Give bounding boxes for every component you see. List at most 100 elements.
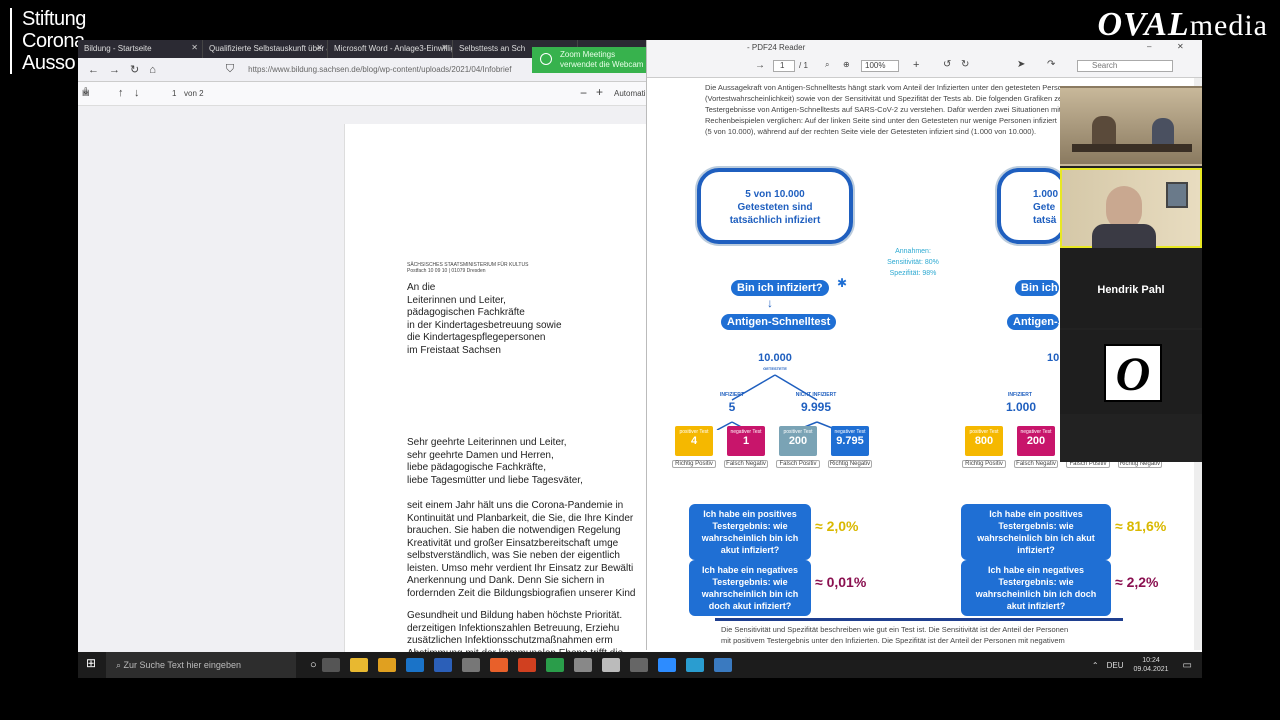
notifications-icon[interactable]: ▭ [1183,660,1192,671]
reader-page-input[interactable]: 1 [773,60,795,72]
taskbar-language[interactable]: DEU [1107,661,1124,670]
app-icon[interactable] [461,658,480,672]
participant-video-speaker[interactable] [1060,168,1202,250]
home-icon[interactable]: ⌂ [149,64,156,76]
app-icon[interactable] [713,658,732,672]
shield-icon[interactable]: ⛉ [226,63,234,76]
not-infected-count-left: 9.995 [800,400,832,414]
total-tested-right: 10 [1047,352,1059,364]
next-page-icon[interactable]: → [755,60,765,71]
zoom-in-icon[interactable]: + [596,85,603,99]
forward-icon[interactable]: → [109,64,120,76]
participant-name-tile[interactable]: Hendrik Pahl [1060,248,1202,328]
left-outcome-box: negativer Test 9.795 [831,426,869,456]
zoom-participants-panel: Hendrik Pahl O [1060,86,1202,462]
rotate-left-icon[interactable]: ↺ [943,59,951,70]
probability-negative-right: ≈ 2,2% [1115,574,1159,590]
browser-tab[interactable]: Microsoft Word - Anlage3-Einwillig ✕ [328,40,453,58]
word-icon[interactable] [433,658,452,672]
taskbar-clock[interactable]: 10:24 09.04.2021 [1134,656,1169,674]
search-app-icon[interactable] [517,658,536,672]
page-total: von 2 [184,89,204,98]
stiftung-corona-logo: Stiftung Corona Ausso [10,8,86,74]
participant-video-room[interactable] [1060,86,1202,166]
not-infected-label-left: NICHT INFIZIERT [795,392,837,398]
close-icon[interactable]: ✕ [1177,42,1184,51]
reader-search-input[interactable]: Search [1077,60,1173,72]
left-outcome-label: Falsch Positiv [776,460,820,468]
virus-icon: ✱ [837,276,848,290]
probability-positive-left: ≈ 2,0% [815,518,859,534]
add-icon[interactable]: + [913,59,919,71]
left-outcome-box: positiver Test 200 [779,426,817,456]
zoom-select[interactable]: Automati [614,89,646,98]
greeting: Sehr geehrte Leiterinnen und Leiter, sehr… [407,437,583,486]
windows-taskbar: ⊞ ⌕ Zur Suche Text hier eingeben ○ ⌃ DEU… [78,652,1202,678]
left-outcome-label: Richtig Positiv [672,460,716,468]
browser-tab[interactable]: Qualifizierte Selbstauskunft über a ✕ [203,40,328,58]
url-bar[interactable]: https://www.bildung.sachsen.de/blog/wp-c… [248,65,568,74]
logo-line-1: Stiftung [22,8,86,30]
pdf24-icon[interactable] [629,658,648,672]
store-icon[interactable] [377,658,396,672]
close-icon[interactable]: ✕ [441,43,448,52]
oval-o-logo: O [1104,344,1162,402]
scenario-left-oval: 5 von 10.000 Getesteten sind tatsächlich i… [697,168,853,244]
participant-oval-logo-tile[interactable]: O [1060,330,1202,414]
letter-page: SÄCHSISCHES STAATSMINISTERIUM FÜR KULTUS… [344,124,648,678]
probability-positive-right: ≈ 81,6% [1115,518,1167,534]
app-icon[interactable] [573,658,592,672]
question-negative-left: Ich habe ein negatives Testergebnis: wie… [689,560,811,616]
cortana-icon[interactable]: ○ [310,659,317,671]
shared-screen: Bildung - Startseite ✕ Qualifizierte Selb… [78,40,1202,678]
zoom-out-icon[interactable]: − [580,86,587,100]
close-icon[interactable]: ✕ [191,43,198,52]
reload-icon[interactable]: ↻ [130,63,139,76]
infected-label-left: INFIZIERT [720,392,744,398]
tray-chevron-icon[interactable]: ⌃ [1092,661,1099,670]
reader-toolbar: - PDF24 Reader ‒ ✕ → 1 / 1 ⌕ ⊕ 100% + ↺ … [647,40,1202,78]
page-number[interactable]: 1 [172,89,176,98]
rotate-right-icon[interactable]: ↻ [961,59,969,70]
reader-page-total: / 1 [799,61,808,70]
arrow-down-icon: ↓ [767,296,773,310]
task-view-icon[interactable] [321,658,340,672]
share-icon[interactable]: ↷ [1047,59,1055,70]
cursor-icon[interactable]: ➤ [1017,59,1025,70]
question-negative-right: Ich habe ein negatives Testergebnis: wie… [961,560,1111,616]
download-icon[interactable]: ⇩ [82,86,90,97]
logo-line-2: Corona [22,30,85,52]
test-pill-right: Antigen-S [1007,314,1059,330]
close-icon[interactable]: ✕ [316,43,323,52]
prev-page-icon[interactable]: ↑ [118,87,124,99]
taskbar-search[interactable]: ⌕ Zur Suche Text hier eingeben [106,652,296,678]
next-page-icon[interactable]: ↓ [134,87,140,99]
app-icon[interactable] [601,658,620,672]
question-positive-right: Ich habe ein positives Testergebnis: wie… [961,504,1111,560]
edge-icon[interactable] [685,658,704,672]
reader-title: - PDF24 Reader [747,43,806,52]
logo-line-3: Ausso [22,52,76,74]
body-paragraph-1: seit einem Jahr hält uns die Corona-Pand… [407,500,636,599]
right-outcome-box: negativer Test 200 [1017,426,1055,456]
mail-icon[interactable] [405,658,424,672]
firefox-icon[interactable] [489,658,508,672]
file-explorer-icon[interactable] [349,658,368,672]
right-outcome-label: Richtig Positiv [962,460,1006,468]
minimize-icon[interactable]: ‒ [1147,42,1151,51]
scenario-right-oval: 1.000 Gete tatsä [997,168,1067,244]
search-icon[interactable]: ⌕ [825,60,829,70]
test-pill-left: Antigen-Schnelltest [721,314,837,330]
windows-start-icon[interactable]: ⊞ [86,656,104,674]
zoom-icon[interactable]: ⊕ [843,60,850,69]
left-outcome-box: positiver Test 4 [675,426,713,456]
browser-tab[interactable]: Bildung - Startseite ✕ [78,40,203,58]
reader-zoom-select[interactable]: 100% [861,60,899,72]
footer-divider [715,618,1123,621]
left-outcome-label: Falsch Negativ [724,460,768,468]
back-icon[interactable]: ← [88,64,99,76]
zoom-app-icon[interactable] [657,658,676,672]
excel-icon[interactable] [545,658,564,672]
pdf-toolbar: ▤ ↑ ↓ 1 von 2 − + Automati [78,82,648,106]
total-tested-left: 10.000 [758,352,792,364]
